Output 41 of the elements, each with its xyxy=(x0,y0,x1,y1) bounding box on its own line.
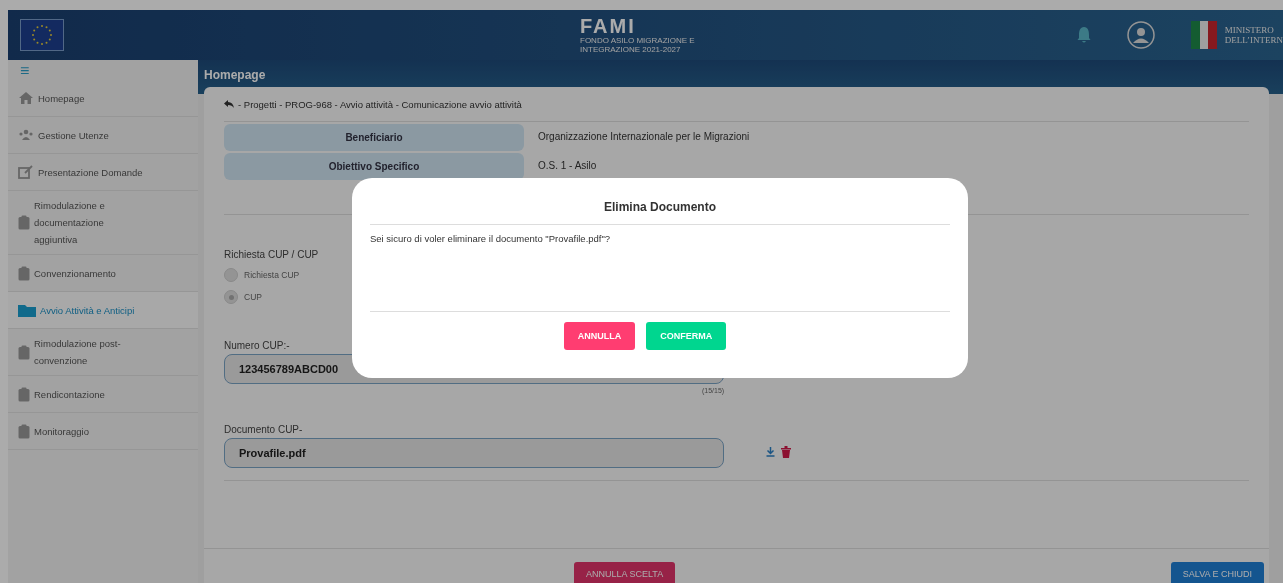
ministry-name: MINISTERO xyxy=(1224,25,1275,35)
radio-label: CUP xyxy=(244,292,262,302)
users-icon xyxy=(18,129,34,141)
info-value: Organizzazione Internazionale per le Migrazioni xyxy=(538,131,750,142)
clipboard-icon xyxy=(18,344,30,360)
folder-icon xyxy=(18,303,36,317)
dialog-message: Sei sicuro di voler eliminare il documento "Provafile.pdf"? xyxy=(370,232,612,246)
radio-button[interactable] xyxy=(224,290,238,304)
logo-subtitle: INTEGRAZIONE 2021-2027 xyxy=(580,45,681,54)
flag-icon xyxy=(20,19,64,51)
ministry-name: DELL’INTERN xyxy=(1224,35,1283,45)
edit-icon xyxy=(18,164,34,180)
user-icon[interactable] xyxy=(1126,21,1155,49)
clipboard-icon xyxy=(18,215,30,230)
info-value: O.S. 1 - Asilo xyxy=(538,160,597,171)
cancel-button[interactable]: ANNULLA xyxy=(563,322,636,350)
radio-button[interactable] xyxy=(224,268,238,282)
trash-icon[interactable] xyxy=(781,445,791,458)
sidebar-item[interactable]: Avvio Attività e Anticipi xyxy=(8,292,198,329)
download-icon[interactable] xyxy=(766,446,775,457)
dialog-title: Elimina Documento xyxy=(603,199,717,216)
home-icon xyxy=(18,91,34,105)
logo-title: FAMI xyxy=(580,16,636,36)
field-label: Richiesta CUP / CUP xyxy=(224,249,320,260)
bell-icon[interactable] xyxy=(1076,26,1091,44)
info-label: Beneficiario xyxy=(224,124,524,151)
info-label: Obiettivo Specifico xyxy=(224,153,524,180)
field-label: Documento CUP- xyxy=(224,424,304,435)
flag-icon xyxy=(1190,21,1217,49)
breadcrumb: - Progetti - PROG-968 - Avvio attività - Comunicazione avvio attività xyxy=(238,98,522,110)
logo-subtitle: FONDO ASILO MIGRAZIONE E xyxy=(580,36,695,45)
radio-label: Richiesta CUP xyxy=(244,270,300,280)
clipboard-icon xyxy=(18,423,30,439)
cancel-button[interactable]: ANNULLA SCELTA xyxy=(574,562,676,583)
field-label: Numero CUP:- xyxy=(224,340,291,351)
page-title: Homepage xyxy=(204,67,267,84)
clipboard-icon xyxy=(18,386,30,402)
back-icon[interactable] xyxy=(224,100,234,108)
clipboard-icon xyxy=(18,265,30,281)
input-field[interactable]: Provafile.pdf xyxy=(224,438,724,468)
save-button[interactable]: SALVA E CHIUDI xyxy=(1170,562,1264,583)
